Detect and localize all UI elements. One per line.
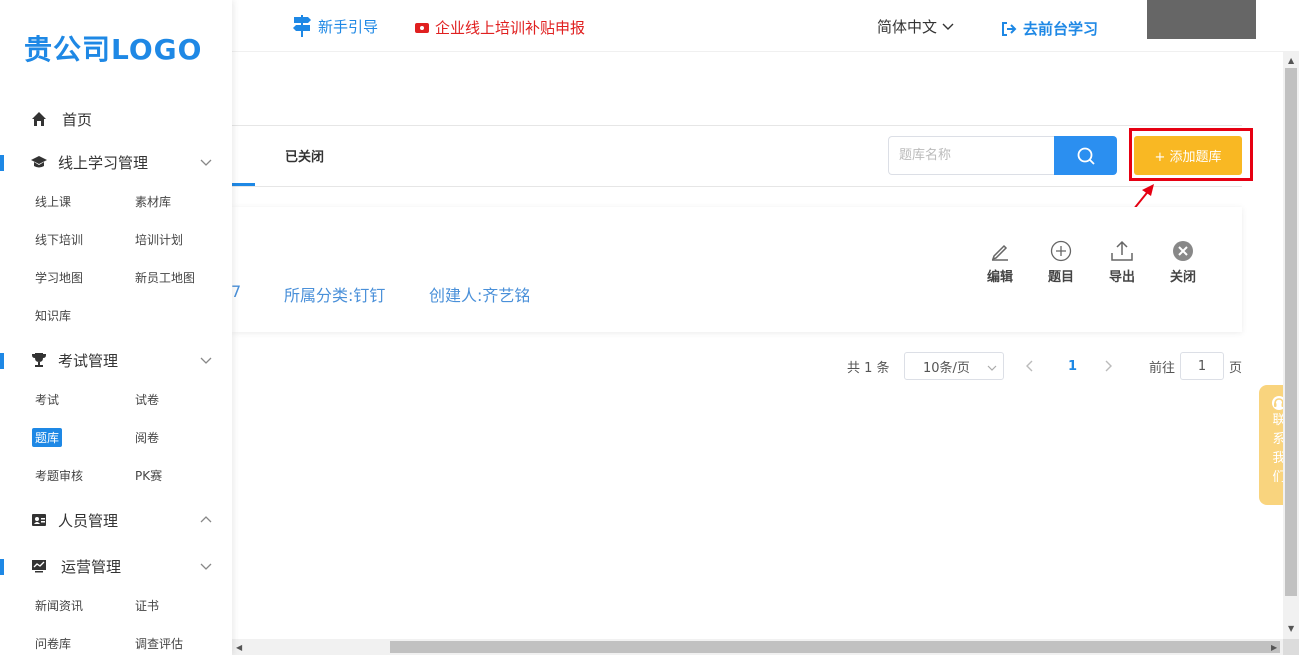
sidebar-subitem-new-employee-map[interactable]: 新员工地图	[135, 269, 195, 286]
search-button[interactable]	[1054, 136, 1117, 175]
company-logo: 贵公司LOGO	[24, 33, 203, 66]
sidebar-subitem-knowledge-base[interactable]: 知识库	[35, 307, 71, 324]
goto-label: 前往	[1149, 360, 1176, 376]
sidebar-group-online-learning[interactable]: 线上学习管理	[0, 149, 232, 175]
pagination-total: 共 1 条	[847, 360, 890, 376]
vertical-scroll-thumb[interactable]	[1285, 68, 1297, 596]
sidebar-group-exam[interactable]: 考试管理	[0, 347, 232, 373]
page-size-select[interactable]: 10条/页	[904, 352, 1004, 380]
card-partial-number: 7	[231, 282, 242, 301]
sign-out-icon	[1002, 21, 1017, 36]
sidebar-subitem-training-plan[interactable]: 培训计划	[135, 231, 183, 248]
sidebar-subitem-exam[interactable]: 考试	[35, 391, 59, 408]
guide-label: 新手引导	[318, 17, 379, 36]
sidebar-group-people[interactable]: 人员管理	[0, 507, 232, 533]
sidebar-subitem-paper[interactable]: 试卷	[135, 391, 159, 408]
sidebar-subitem-question-bank[interactable]: 题库	[32, 428, 63, 447]
signpost-icon	[293, 15, 311, 37]
highlight-box	[1129, 128, 1253, 181]
sidebar-subitem-questionnaire[interactable]: 问卷库	[35, 635, 71, 652]
page-number-current[interactable]: 1	[1068, 352, 1077, 380]
export-label: 导出	[1108, 270, 1135, 285]
question-bank-card	[232, 207, 1242, 332]
sidebar-item-home[interactable]: 首页	[0, 106, 232, 132]
card-category: 所属分类:钉钉	[284, 286, 386, 305]
page-suffix: 页	[1229, 360, 1243, 376]
plus-circle-icon	[1050, 240, 1072, 262]
front-label: 去前台学习	[1023, 20, 1099, 38]
sidebar-group-operations[interactable]: 运营管理	[0, 553, 232, 579]
next-page-icon[interactable]	[1102, 359, 1114, 373]
sidebar-subitem-pk-contest[interactable]: PK赛	[135, 467, 162, 484]
question-bank-search-input[interactable]	[888, 136, 1056, 175]
divider	[232, 125, 1242, 126]
avatar[interactable]	[1147, 0, 1256, 39]
sidebar-group-label: 运营管理	[61, 557, 122, 576]
active-indicator	[0, 559, 4, 575]
scroll-down-arrow-icon[interactable]: ▼	[1288, 624, 1294, 633]
close-bank-button[interactable]: 关闭	[1163, 240, 1203, 285]
page-size-value: 10条/页	[923, 360, 970, 376]
chevron-up-icon	[200, 516, 212, 523]
pencil-icon	[991, 244, 1008, 261]
tab-closed[interactable]: 已关闭	[285, 146, 324, 165]
sidebar: 贵公司LOGO 首页 线上学习管理 线上课 素材库 线下培训 培训计划 学习地图…	[0, 0, 232, 655]
edit-label: 编辑	[986, 270, 1013, 285]
search-icon	[1077, 147, 1095, 165]
active-indicator	[0, 353, 4, 369]
scroll-right-arrow-icon[interactable]: ▶	[1271, 643, 1277, 652]
sidebar-subitem-survey[interactable]: 调查评估	[135, 635, 183, 652]
ticket-icon	[415, 22, 429, 33]
export-button[interactable]: 导出	[1102, 240, 1142, 285]
goto-page-input[interactable]	[1180, 352, 1224, 380]
questions-label: 题目	[1047, 270, 1074, 285]
sidebar-subitem-material-library[interactable]: 素材库	[135, 193, 171, 210]
language-label: 简体中文	[877, 18, 938, 36]
close-circle-icon	[1173, 241, 1193, 261]
top-bar	[232, 0, 1299, 52]
sidebar-subitem-certificate[interactable]: 证书	[135, 597, 159, 614]
sidebar-subitem-online-course[interactable]: 线上课	[35, 193, 71, 210]
sidebar-subitem-grading[interactable]: 阅卷	[135, 429, 159, 446]
horizontal-scroll-thumb[interactable]	[390, 641, 1280, 653]
scroll-left-arrow-icon[interactable]: ◀	[236, 643, 242, 652]
questions-button[interactable]: 题目	[1041, 240, 1081, 285]
home-icon	[30, 110, 48, 128]
subsidy-link[interactable]: 企业线上培训补贴申报	[414, 17, 585, 38]
chevron-down-icon	[200, 563, 212, 570]
sidebar-group-label: 考试管理	[58, 351, 119, 370]
user-badge-icon	[30, 511, 48, 529]
graduation-cap-icon	[30, 153, 48, 171]
monitor-chart-icon	[30, 557, 48, 575]
prev-page-icon[interactable]	[1024, 359, 1036, 373]
scroll-up-arrow-icon[interactable]: ▲	[1288, 56, 1294, 65]
edit-button[interactable]: 编辑	[980, 240, 1020, 285]
close-label: 关闭	[1169, 270, 1196, 285]
sidebar-subitem-question-review[interactable]: 考题审核	[35, 467, 83, 484]
sidebar-subitem-learning-map[interactable]: 学习地图	[35, 269, 83, 286]
sidebar-group-label: 人员管理	[58, 511, 119, 530]
divider	[232, 186, 1242, 187]
upload-icon	[1111, 240, 1133, 261]
sidebar-subitem-news[interactable]: 新闻资讯	[35, 597, 83, 614]
card-creator: 创建人:齐艺铭	[429, 286, 531, 305]
trophy-icon	[30, 351, 48, 369]
sidebar-subitem-offline-training[interactable]: 线下培训	[35, 231, 83, 248]
scrollbar-corner	[1283, 639, 1299, 655]
front-link[interactable]: 去前台学习	[1001, 18, 1098, 39]
guide-link[interactable]: 新手引导	[292, 14, 378, 38]
active-indicator	[0, 155, 4, 171]
sidebar-group-label: 线上学习管理	[58, 153, 149, 172]
language-selector[interactable]: 简体中文	[877, 16, 955, 37]
chevron-down-icon	[987, 365, 997, 371]
sidebar-item-label: 首页	[62, 110, 93, 129]
chevron-down-icon	[200, 357, 212, 364]
chevron-down-icon	[200, 159, 212, 166]
chevron-down-icon	[942, 23, 954, 30]
subsidy-label: 企业线上培训补贴申报	[435, 19, 586, 37]
